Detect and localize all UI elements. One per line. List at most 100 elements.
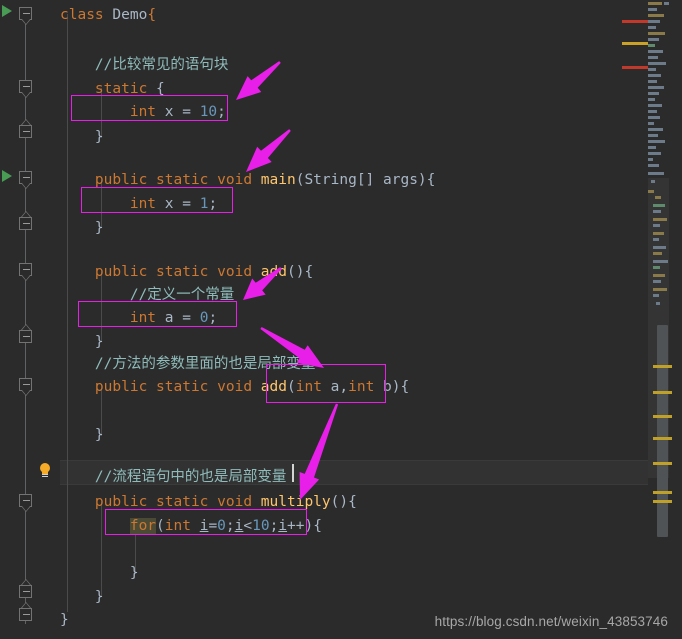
code-token: Demo — [112, 7, 148, 23]
minimap-code-row — [656, 302, 660, 305]
code-token: } — [60, 220, 104, 236]
code-text-area[interactable]: class Demo{ //比较常见的语句块 static { int x = … — [60, 0, 648, 639]
lightbulb-base-line-2 — [42, 476, 48, 477]
minimap-code-row — [648, 50, 663, 53]
code-line[interactable]: } — [60, 585, 104, 611]
code-token: ; — [225, 518, 235, 534]
minimap-code-row — [648, 62, 666, 65]
minimap-code-row — [648, 92, 659, 95]
code-fold-marker[interactable] — [19, 324, 32, 343]
scrollbar-warning-mark[interactable] — [653, 391, 672, 394]
code-line[interactable]: public static void add(){ — [60, 260, 313, 286]
code-token: (){ — [330, 494, 357, 510]
vertical-scrollbar-thumb[interactable] — [657, 325, 668, 537]
code-token: { — [156, 81, 165, 97]
code-fold-marker[interactable] — [19, 119, 32, 138]
minimap-code-row — [653, 232, 664, 235]
fold-marker-dash — [23, 384, 30, 385]
scrollbar-warning-mark[interactable] — [653, 437, 672, 440]
code-line[interactable]: for(int i=0;i<10;i++){ — [60, 514, 322, 540]
code-token: } — [60, 612, 69, 628]
code-line[interactable]: class Demo{ — [60, 3, 156, 29]
minimap-code-row — [653, 274, 665, 277]
code-line[interactable]: //定义一个常量 — [60, 283, 234, 309]
error-stripe-mark[interactable] — [622, 42, 648, 45]
code-token: main — [260, 172, 296, 188]
error-stripe-mark[interactable] — [622, 20, 648, 23]
code-line[interactable]: } — [60, 125, 104, 151]
code-line[interactable]: static { — [60, 77, 165, 103]
minimap-code-row — [653, 280, 661, 283]
code-line[interactable]: public static void multiply(){ — [60, 490, 357, 516]
minimap-code-row — [653, 260, 668, 263]
code-fold-marker[interactable] — [19, 579, 32, 598]
code-line[interactable]: //比较常见的语句块 — [60, 53, 228, 79]
fold-marker-dash — [23, 269, 30, 270]
code-token: 0 — [217, 518, 226, 534]
code-fold-marker[interactable] — [19, 494, 32, 512]
code-token: 10 — [252, 518, 270, 534]
code-line[interactable]: int x = 1; — [60, 192, 217, 218]
editor-gutter[interactable] — [0, 0, 60, 639]
code-line[interactable]: public static void main(String[] args){ — [60, 168, 436, 194]
code-token: int — [295, 379, 331, 395]
intention-lightbulb-icon[interactable] — [38, 463, 52, 479]
code-token: int — [164, 518, 200, 534]
code-editor[interactable]: class Demo{ //比较常见的语句块 static { int x = … — [0, 0, 682, 639]
code-line[interactable]: } — [60, 423, 104, 449]
code-line[interactable]: int a = 0; — [60, 306, 217, 332]
code-fold-marker[interactable] — [19, 80, 32, 98]
scrollbar-warning-mark[interactable] — [653, 365, 672, 368]
lightbulb-base-line-1 — [42, 474, 48, 475]
error-stripe-track[interactable] — [669, 0, 682, 639]
code-line[interactable]: } — [60, 216, 104, 242]
code-token: } — [60, 589, 104, 605]
minimap-code-row — [653, 252, 662, 255]
minimap-code-row — [648, 134, 658, 137]
minimap-code-row — [653, 266, 660, 269]
code-token: ( — [156, 518, 165, 534]
minimap-code-row — [648, 146, 656, 149]
code-line[interactable]: public static void add(int a,int b){ — [60, 375, 409, 401]
code-fold-marker[interactable] — [19, 7, 32, 25]
code-fold-marker[interactable] — [19, 171, 32, 189]
code-line[interactable]: //方法的参数里面的也是局部变量 — [60, 352, 315, 378]
code-line[interactable]: } — [60, 608, 69, 634]
code-token: //流程语句中的也是局部变量 — [60, 469, 287, 485]
minimap-code-row — [648, 26, 656, 29]
code-token: //比较常见的语句块 — [60, 57, 229, 73]
code-token: = — [208, 518, 218, 534]
minimap-code-row — [648, 74, 661, 77]
scrollbar-warning-mark[interactable] — [653, 462, 672, 465]
code-minimap[interactable] — [648, 0, 669, 305]
editor-right-rail[interactable] — [622, 0, 682, 639]
code-token: int — [348, 379, 384, 395]
code-fold-marker[interactable] — [19, 378, 32, 396]
scrollbar-warning-mark[interactable] — [653, 491, 672, 494]
code-token: class — [60, 7, 113, 23]
code-token: //方法的参数里面的也是局部变量 — [60, 356, 316, 372]
code-line[interactable]: //流程语句中的也是局部变量 — [60, 465, 286, 491]
code-fold-marker[interactable] — [19, 211, 32, 230]
code-fold-marker[interactable] — [19, 263, 32, 281]
scrollbar-warning-mark[interactable] — [653, 415, 672, 418]
minimap-code-row — [653, 210, 661, 213]
code-token: public static void — [60, 264, 261, 280]
code-token: a, — [330, 379, 349, 395]
minimap-code-row — [648, 190, 654, 193]
code-line[interactable]: int x = 10; — [60, 100, 226, 126]
code-fold-marker[interactable] — [19, 602, 32, 621]
scrollbar-warning-mark[interactable] — [653, 500, 672, 503]
code-token: add — [260, 379, 287, 395]
code-token: add — [260, 264, 287, 280]
code-token: } — [60, 334, 104, 350]
run-gutter-arrow-icon[interactable] — [2, 5, 12, 17]
code-token: = — [182, 310, 200, 326]
code-token: x — [164, 196, 183, 212]
minimap-code-row — [648, 122, 654, 125]
code-line[interactable]: } — [60, 561, 139, 587]
run-gutter-arrow-icon[interactable] — [2, 170, 12, 182]
fold-marker-dash — [23, 500, 30, 501]
error-stripe-mark[interactable] — [622, 66, 648, 69]
code-token: 10 — [199, 104, 218, 120]
